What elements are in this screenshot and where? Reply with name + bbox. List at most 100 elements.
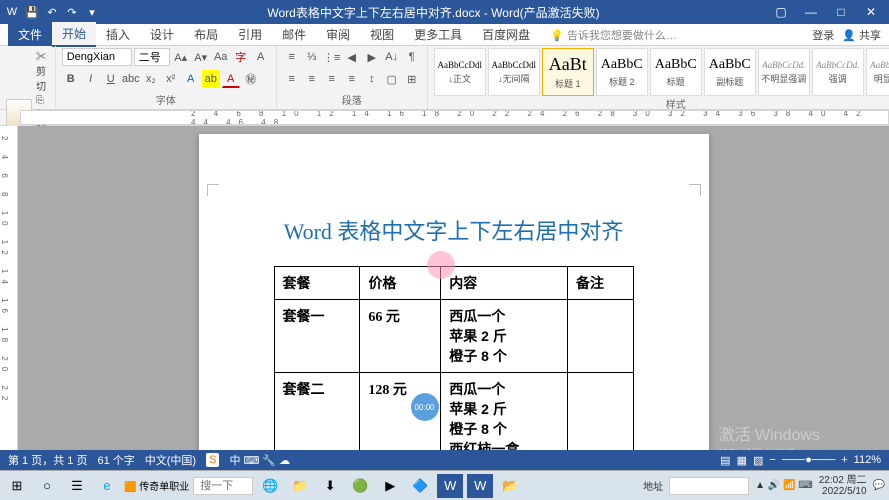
document-title[interactable]: Word 表格中文字上下左右居中对齐: [229, 214, 679, 246]
cut-button[interactable]: ✂ 剪切: [36, 48, 49, 93]
tab-references[interactable]: 引用: [228, 23, 272, 46]
read-mode-icon[interactable]: ▤: [720, 454, 730, 467]
table-header-row[interactable]: 套餐 价格 内容 备注: [274, 267, 633, 300]
sort-icon[interactable]: A↓: [383, 48, 401, 66]
page-status[interactable]: 第 1 页，共 1 页: [8, 452, 87, 468]
vertical-ruler[interactable]: 2 4 6 8 10 12 14 16 18 20 22: [0, 126, 18, 486]
taskbar-app[interactable]: 🟧 传奇单职业: [124, 478, 189, 493]
tab-layout[interactable]: 布局: [184, 23, 228, 46]
edge-icon[interactable]: e: [94, 474, 120, 498]
enclose-icon[interactable]: ㊙: [242, 70, 260, 88]
font-size-input[interactable]: [134, 48, 170, 66]
search-input[interactable]: [193, 477, 253, 495]
tab-home[interactable]: 开始: [52, 22, 96, 47]
document-table[interactable]: 套餐 价格 内容 备注 套餐一 66 元 西瓜一个苹果 2 斤橙子 8 个 套餐…: [274, 266, 634, 466]
shading-icon[interactable]: ▢: [383, 70, 401, 88]
indent-left-icon[interactable]: ◀: [343, 48, 361, 66]
taskbar-app-icon[interactable]: 🌐: [257, 474, 283, 498]
style-item[interactable]: AaBbC标题: [650, 48, 702, 96]
cortana-icon[interactable]: ○: [34, 474, 60, 498]
change-case-icon[interactable]: Aa: [212, 48, 230, 66]
style-item[interactable]: AaBt标题 1: [542, 48, 594, 96]
align-right-icon[interactable]: ≡: [323, 70, 341, 88]
style-item[interactable]: AaBbC副标题: [704, 48, 756, 96]
taskbar-app-icon[interactable]: ▶: [377, 474, 403, 498]
tab-mailings[interactable]: 邮件: [272, 23, 316, 46]
language-status[interactable]: 中文(中国): [145, 452, 196, 468]
header-cell[interactable]: 备注: [567, 267, 633, 300]
style-item[interactable]: AaBbC标题 2: [596, 48, 648, 96]
superscript-icon[interactable]: x²: [162, 70, 180, 88]
zoom-out-icon[interactable]: −: [769, 454, 775, 466]
shrink-font-icon[interactable]: A▾: [192, 48, 210, 66]
tab-baidu[interactable]: 百度网盘: [472, 23, 540, 46]
taskbar-word-icon[interactable]: W: [467, 474, 493, 498]
font-color-icon[interactable]: A: [222, 70, 240, 88]
taskbar-word-icon[interactable]: W: [437, 474, 463, 498]
table-cell[interactable]: 西瓜一个苹果 2 斤橙子 8 个: [441, 300, 568, 373]
close-icon[interactable]: ✕: [857, 5, 885, 19]
align-left-icon[interactable]: ≡: [283, 70, 301, 88]
borders-icon[interactable]: ⊞: [403, 70, 421, 88]
tab-view[interactable]: 视图: [360, 23, 404, 46]
text-effect-icon[interactable]: A: [182, 70, 200, 88]
bullets-icon[interactable]: ≡: [283, 48, 301, 66]
tray-icons[interactable]: ▲ 🔊 📶 ⌨: [755, 480, 813, 491]
style-item[interactable]: AaBbCcDd.强调: [812, 48, 864, 96]
zoom-level[interactable]: 112%: [854, 454, 881, 466]
start-icon[interactable]: ⊞: [4, 474, 30, 498]
tab-review[interactable]: 审阅: [316, 23, 360, 46]
ime-status[interactable]: 中 ⌨ 🔧 ☁: [229, 452, 290, 468]
share-link[interactable]: 👤 共享: [842, 27, 881, 43]
taskbar-app-icon[interactable]: 📁: [287, 474, 313, 498]
qat-dropdown-icon[interactable]: ▾: [84, 4, 100, 20]
table-row[interactable]: 套餐一 66 元 西瓜一个苹果 2 斤橙子 8 个: [274, 300, 633, 373]
tab-design[interactable]: 设计: [140, 23, 184, 46]
taskbar-explorer-icon[interactable]: 📂: [497, 474, 523, 498]
italic-icon[interactable]: I: [82, 70, 100, 88]
tell-me[interactable]: 💡 告诉我您想要做什么…: [550, 27, 677, 43]
horizontal-ruler[interactable]: 2 4 6 8 10 12 14 16 18 20 22 24 26 28 30…: [20, 110, 889, 125]
numbering-icon[interactable]: ⅓: [303, 48, 321, 66]
taskbar-app-icon[interactable]: 🔷: [407, 474, 433, 498]
multilevel-icon[interactable]: ⋮≡: [323, 48, 341, 66]
task-view-icon[interactable]: ☰: [64, 474, 90, 498]
subscript-icon[interactable]: x₂: [142, 70, 160, 88]
phonetic-icon[interactable]: 字: [232, 48, 250, 66]
system-clock[interactable]: 22:02 周二 2022/5/10: [819, 475, 867, 497]
maximize-icon[interactable]: □: [827, 5, 855, 19]
tab-insert[interactable]: 插入: [96, 23, 140, 46]
zoom-slider[interactable]: ───●───: [782, 454, 835, 466]
justify-icon[interactable]: ≡: [343, 70, 361, 88]
tab-more[interactable]: 更多工具: [404, 23, 472, 46]
font-name-input[interactable]: [62, 48, 132, 66]
style-item[interactable]: AaBbCcDd.不明显强调: [758, 48, 810, 96]
style-item[interactable]: AaBbCcDd.明显强调: [866, 48, 889, 96]
clear-format-icon[interactable]: A: [252, 48, 270, 66]
tab-file[interactable]: 文件: [8, 23, 52, 46]
header-cell[interactable]: 套餐: [274, 267, 360, 300]
underline-icon[interactable]: U: [102, 70, 120, 88]
header-cell[interactable]: 内容: [441, 267, 568, 300]
style-item[interactable]: AaBbCcDdl↓无间隔: [488, 48, 540, 96]
taskbar-app-icon[interactable]: 🟢: [347, 474, 373, 498]
document-page[interactable]: Word 表格中文字上下左右居中对齐 套餐 价格 内容 备注 套餐一 66 元 …: [199, 134, 709, 486]
login-link[interactable]: 登录: [812, 27, 834, 43]
grow-font-icon[interactable]: A▴: [172, 48, 190, 66]
highlight-icon[interactable]: ab: [202, 70, 220, 88]
strike-icon[interactable]: abc: [122, 70, 140, 88]
ribbon-options-icon[interactable]: ▢: [767, 5, 795, 19]
table-cell[interactable]: [567, 300, 633, 373]
line-spacing-icon[interactable]: ↕: [363, 70, 381, 88]
bold-icon[interactable]: B: [62, 70, 80, 88]
zoom-in-icon[interactable]: +: [841, 454, 847, 466]
indent-right-icon[interactable]: ▶: [363, 48, 381, 66]
address-input[interactable]: [669, 477, 749, 495]
redo-icon[interactable]: ↷: [64, 4, 80, 20]
print-layout-icon[interactable]: ▦: [737, 454, 747, 467]
undo-icon[interactable]: ↶: [44, 4, 60, 20]
table-cell[interactable]: 套餐一: [274, 300, 360, 373]
word-count[interactable]: 61 个字: [97, 452, 134, 468]
align-center-icon[interactable]: ≡: [303, 70, 321, 88]
minimize-icon[interactable]: —: [797, 5, 825, 19]
